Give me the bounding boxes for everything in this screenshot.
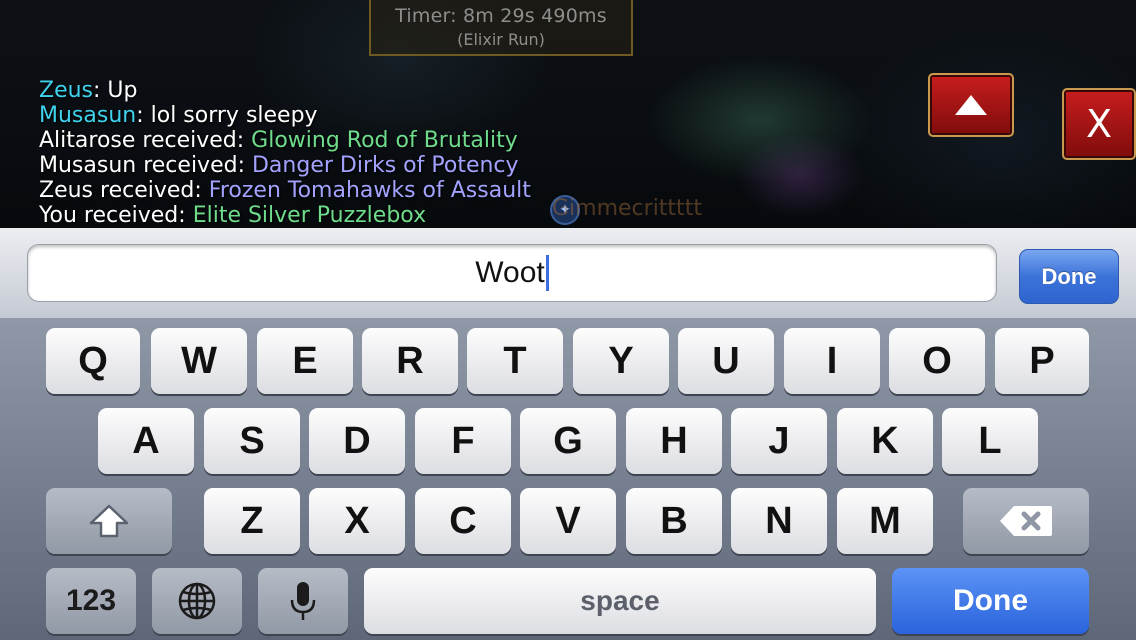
chat-message: Up <box>107 78 138 103</box>
chat-log: Zeus: Up Musasun: lol sorry sleepy Alita… <box>39 78 531 228</box>
key-s[interactable]: S <box>204 408 300 474</box>
key-d[interactable]: D <box>309 408 405 474</box>
chat-speaker: Musasun received <box>39 153 238 178</box>
text-caret <box>545 255 549 291</box>
key-x[interactable]: X <box>309 488 405 554</box>
chat-separator: : <box>178 203 193 228</box>
run-timer: Timer: 8m 29s 490ms (Elixir Run) <box>369 0 633 56</box>
key-l[interactable]: L <box>942 408 1038 474</box>
chat-line: Zeus: Up <box>39 78 531 103</box>
chat-line: Alitarose received: Glowing Rod of Bruta… <box>39 128 531 153</box>
player-name: Gimmecrittttt <box>552 196 702 221</box>
chat-speaker: Musasun <box>39 103 137 128</box>
loot-item: Danger Dirks of Potency <box>251 153 519 178</box>
key-b[interactable]: B <box>626 488 722 554</box>
key-n[interactable]: N <box>731 488 827 554</box>
shift-arrow-icon <box>89 504 129 538</box>
key-m[interactable]: M <box>837 488 933 554</box>
key-j[interactable]: J <box>731 408 827 474</box>
space-key[interactable]: space <box>364 568 876 634</box>
chat-line: Musasun: lol sorry sleepy <box>39 103 531 128</box>
key-t[interactable]: T <box>467 328 563 394</box>
key-g[interactable]: G <box>520 408 616 474</box>
chat-line: Musasun received: Danger Dirks of Potenc… <box>39 153 531 178</box>
key-k[interactable]: K <box>837 408 933 474</box>
chat-text-field[interactable]: Woot <box>27 244 997 302</box>
chat-separator: : <box>194 178 209 203</box>
key-u[interactable]: U <box>678 328 774 394</box>
chat-line: You received: Elite Silver Puzzlebox <box>39 203 531 228</box>
chat-speaker: Zeus <box>39 78 94 103</box>
loot-item: Elite Silver Puzzlebox <box>192 203 427 228</box>
shift-key[interactable] <box>46 488 172 554</box>
chat-separator: : <box>237 153 252 178</box>
chat-speaker: Zeus received <box>39 178 195 203</box>
key-f[interactable]: F <box>415 408 511 474</box>
triangle-up-icon <box>955 95 987 115</box>
game-view: Timer: 8m 29s 490ms (Elixir Run) ✦ Gimme… <box>0 0 1136 228</box>
chat-separator: : <box>136 103 151 128</box>
key-v[interactable]: V <box>520 488 616 554</box>
key-c[interactable]: C <box>415 488 511 554</box>
loot-item: Glowing Rod of Brutality <box>251 128 518 153</box>
chat-separator: : <box>236 128 252 153</box>
key-a[interactable]: A <box>98 408 194 474</box>
key-p[interactable]: P <box>995 328 1089 394</box>
run-type: (Elixir Run) <box>457 30 545 49</box>
key-i[interactable]: I <box>784 328 880 394</box>
globe-key[interactable] <box>152 568 242 634</box>
backspace-key[interactable] <box>963 488 1089 554</box>
chat-separator: : <box>93 78 108 103</box>
backspace-icon <box>1000 506 1052 536</box>
chat-expand-button[interactable] <box>928 73 1014 137</box>
on-screen-keyboard: Q W E R T Y U I O P A S D F G H J K L Z … <box>0 318 1136 640</box>
key-r[interactable]: R <box>362 328 458 394</box>
key-h[interactable]: H <box>626 408 722 474</box>
key-y[interactable]: Y <box>573 328 669 394</box>
globe-icon <box>178 582 216 620</box>
key-e[interactable]: E <box>257 328 353 394</box>
key-q[interactable]: Q <box>46 328 140 394</box>
key-o[interactable]: O <box>889 328 985 394</box>
timer-text: Timer: 8m 29s 490ms <box>395 5 607 27</box>
loot-item: Frozen Tomahawks of Assault <box>208 178 531 203</box>
chat-input-bar: Woot Done <box>0 228 1136 319</box>
chat-line: Zeus received: Frozen Tomahawks of Assau… <box>39 178 531 203</box>
numbers-key[interactable]: 123 <box>46 568 136 634</box>
chat-speaker: Alitarose received <box>39 128 237 153</box>
chat-input-value: Woot <box>475 256 545 289</box>
key-w[interactable]: W <box>151 328 247 394</box>
key-z[interactable]: Z <box>204 488 300 554</box>
dictation-key[interactable] <box>258 568 348 634</box>
keyboard-done-key[interactable]: Done <box>892 568 1089 634</box>
chat-message: lol sorry sleepy <box>150 103 318 128</box>
chat-close-button[interactable]: X <box>1062 88 1136 160</box>
microphone-icon <box>290 582 316 620</box>
chat-speaker: You received <box>39 203 179 228</box>
done-button[interactable]: Done <box>1019 249 1119 304</box>
